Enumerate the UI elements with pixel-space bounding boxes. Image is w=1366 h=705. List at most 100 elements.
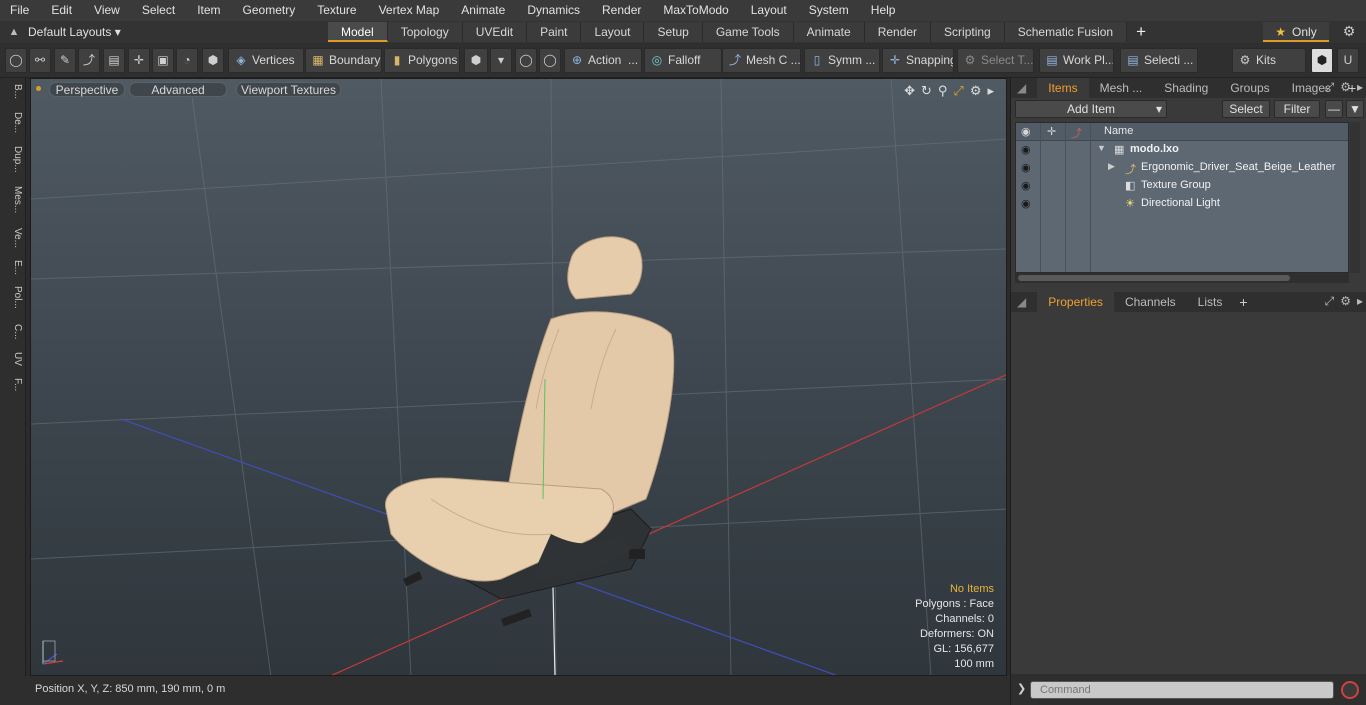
unreal-icon[interactable]: U [1337,48,1359,73]
viewport-textures-tab[interactable]: Viewport Textures [236,82,341,97]
name-column-header[interactable]: Name [1104,125,1133,137]
symmetry-shield-icon[interactable]: ◯ [515,48,537,73]
visibility-header-icon[interactable]: ◉ [1021,125,1031,138]
tab-groups[interactable]: Groups [1219,78,1280,98]
eye-icon[interactable]: ◉ [1021,161,1035,174]
add-tab-icon[interactable]: + [1127,22,1155,42]
menu-vertex-map[interactable]: Vertex Map [368,0,451,21]
add-item-button[interactable]: Add Item ▾ [1015,100,1167,118]
menu-animate[interactable]: Animate [450,0,516,21]
snapping-button[interactable]: ✛ Snapping [882,48,954,73]
chevron-down-icon[interactable]: ▾ [490,48,512,73]
menu-texture[interactable]: Texture [306,0,367,21]
tab-lists[interactable]: Lists [1187,292,1234,312]
menu-edit[interactable]: Edit [40,0,83,21]
lock-header-icon[interactable]: ✛ [1047,125,1056,138]
eye-icon[interactable]: ◉ [1021,143,1035,156]
scroll-thumb[interactable] [1018,275,1290,281]
strip-tab-mesh-edit[interactable]: Mes... [3,186,23,213]
tab-uvedit[interactable]: UVEdit [462,22,528,42]
tab-paint[interactable]: Paint [527,22,582,42]
seat-model[interactable] [384,236,675,627]
select-through-button[interactable]: ⚙ Select T... [957,48,1034,73]
work-plane-button[interactable]: ▤ Work Pl... [1039,48,1114,73]
tab-setup[interactable]: Setup [644,22,703,42]
select-button[interactable]: Select [1222,100,1270,118]
fit-icon[interactable]: ⤢ [953,83,963,99]
tab-shading[interactable]: Shading [1153,78,1219,98]
layout-expand-icon[interactable]: ▲ [0,26,28,38]
eye-icon[interactable]: ◉ [1021,197,1035,210]
command-input[interactable] [1030,681,1334,699]
panel-arrow-icon[interactable]: ▸ [1357,294,1363,309]
maximize-icon[interactable]: ⤢ [1325,80,1335,95]
strip-tab-uv[interactable]: UV [3,352,23,366]
tab-layout[interactable]: Layout [581,22,645,42]
pen-icon[interactable]: ✎ [54,48,76,73]
3d-viewport[interactable]: Perspective Advanced Viewport Textures ✥… [30,78,1007,676]
panel-gear-icon[interactable]: ⚙ [1340,294,1351,309]
add-panel-tab-icon[interactable]: + [1233,294,1253,310]
tab-schematic-fusion[interactable]: Schematic Fusion [1004,22,1128,42]
menu-item[interactable]: Item [186,0,231,21]
gear-icon[interactable]: ⚙ [1340,23,1358,41]
perspective-tab[interactable]: Perspective [49,82,125,97]
only-toggle[interactable]: ★ Only [1263,22,1329,42]
menu-help[interactable]: Help [860,0,907,21]
advanced-tab[interactable]: Advanced [129,82,227,97]
menu-view[interactable]: View [83,0,131,21]
panel-gear-icon[interactable]: ⚙ [1340,80,1351,95]
tab-scripting[interactable]: Scripting [931,22,1005,42]
panel-menu-icon[interactable]: ◢ [1011,292,1037,312]
orbit-icon[interactable]: ↻ [921,83,932,99]
menu-geometry[interactable]: Geometry [232,0,307,21]
strip-tab-polygon[interactable]: Pol... [3,286,23,309]
menu-layout[interactable]: Layout [740,0,798,21]
shield-icon[interactable]: ◯ [539,48,561,73]
list-item[interactable]: ◉ ▼ ▦ modo.lxo [1016,141,1348,159]
rotate-icon[interactable]: ◔ [176,48,198,73]
menu-render[interactable]: Render [591,0,652,21]
mesh-constraints-button[interactable]: ⤴ Mesh C ... [722,48,801,73]
tab-topology[interactable]: Topology [387,22,463,42]
viewport-menu-dot[interactable] [36,86,41,91]
align-icon[interactable]: ▤ [103,48,125,73]
viewport-settings-icon[interactable]: ⚙ [970,83,982,99]
tab-animate[interactable]: Animate [793,22,865,42]
globe-icon[interactable]: ⚯ [29,48,51,73]
eye-icon[interactable]: ◉ [1021,179,1035,192]
boundary-button[interactable]: ▦ Boundary [305,48,382,73]
strip-tab-duplicate[interactable]: Dup... [3,146,23,173]
transform-icon[interactable]: ✛ [128,48,150,73]
strip-tab-vertex[interactable]: Ve... [3,228,23,248]
strip-tab-edge[interactable]: E... [3,260,23,275]
menu-maxtomodo[interactable]: MaxToModo [652,0,739,21]
strip-tab-curve[interactable]: C... [3,324,23,340]
select-circle-icon[interactable]: ◯ [5,48,27,73]
zoom-icon[interactable]: ⚲ [938,83,948,99]
menu-file[interactable]: File [0,0,40,21]
collapse-arrow-icon[interactable]: ▼ [1097,143,1106,153]
maximize-icon[interactable]: ⤢ [1325,294,1335,309]
tab-mesh[interactable]: Mesh ... [1089,78,1154,98]
menu-select[interactable]: Select [131,0,186,21]
menu-dynamics[interactable]: Dynamics [516,0,591,21]
tab-render[interactable]: Render [864,22,932,42]
falloff-button[interactable]: ◎ Falloff [644,48,722,73]
list-item[interactable]: ◉ ◧ Texture Group [1016,177,1348,195]
list-item[interactable]: ◉ ☀ Directional Light [1016,195,1348,213]
item-mode-icon[interactable]: ⬢ [202,48,224,73]
vertices-button[interactable]: ◈ Vertices [228,48,304,73]
tab-properties[interactable]: Properties [1037,292,1114,312]
selection-sets-button[interactable]: ▤ Selecti ... [1120,48,1198,73]
strip-tab-fusion[interactable]: F... [3,378,23,391]
scale-icon[interactable]: ▣ [152,48,174,73]
tab-model[interactable]: Model [328,22,388,42]
panel-arrow-icon[interactable]: ▸ [1357,80,1363,95]
panel-menu-icon[interactable]: ◢ [1011,78,1037,98]
expand-arrow-icon[interactable]: ▶ [1108,161,1115,172]
filter-button[interactable]: Filter [1274,100,1320,118]
viewport-arrow-icon[interactable]: ▸ [987,83,994,99]
action-center-button[interactable]: ⊕ Action ... [564,48,642,73]
axis-header-icon[interactable]: ⤴ [1071,125,1082,141]
